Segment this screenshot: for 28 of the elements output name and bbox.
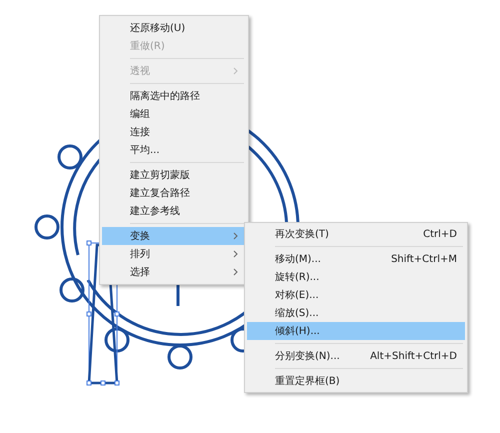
small-circle <box>34 214 60 240</box>
menu-item[interactable]: 变换 <box>102 227 246 245</box>
menu-item[interactable]: 建立复合路径 <box>102 184 246 202</box>
menu-item[interactable]: 再次变换(T) Ctrl+D <box>247 225 465 243</box>
menu-item[interactable]: 缩放(S)... <box>247 304 465 322</box>
menu-item[interactable]: 对称(E)... <box>247 286 465 304</box>
small-circle <box>58 144 82 170</box>
shortcut-label: Shift+Ctrl+M <box>391 254 457 264</box>
shortcut-label: Alt+Shift+Ctrl+D <box>370 350 457 362</box>
menu-item[interactable]: 连接 <box>102 123 246 141</box>
menu-item[interactable]: 倾斜(H)... <box>247 322 465 340</box>
menu-item[interactable]: 分别变换(N)... Alt+Shift+Ctrl+D <box>247 347 465 365</box>
menu-item[interactable]: 建立剪切蒙版 <box>102 166 246 184</box>
menu-item[interactable]: 排列 <box>102 245 246 263</box>
menu-item[interactable]: 移动(M)... Shift+Ctrl+M <box>247 250 465 268</box>
small-circle <box>104 328 130 352</box>
menu-item[interactable]: 建立参考线 <box>102 202 246 220</box>
menu-item[interactable]: 重置定界框(B) <box>247 372 465 390</box>
shortcut-label: Ctrl+D <box>423 228 457 240</box>
small-circle <box>60 278 84 302</box>
menu-item[interactable]: 编组 <box>102 105 246 123</box>
menu-item[interactable]: 选择 <box>102 263 246 281</box>
menu-item[interactable]: 旋转(R)... <box>247 268 465 286</box>
menu-item[interactable]: 还原移动(U) <box>102 19 246 37</box>
menu-item[interactable]: 隔离选中的路径 <box>102 87 246 105</box>
tick-line <box>176 283 180 306</box>
small-circle <box>168 344 192 370</box>
menu-item[interactable]: 平均... <box>102 141 246 159</box>
